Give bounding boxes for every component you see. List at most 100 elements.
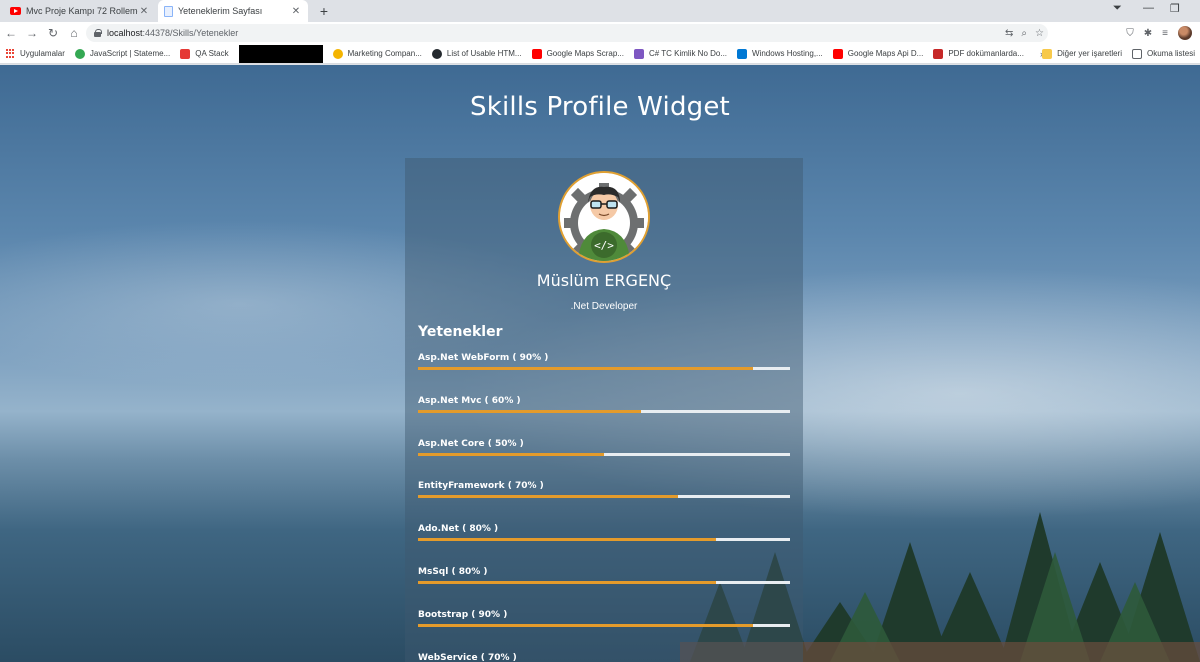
bookmark-google-maps-scrap[interactable]: Google Maps Scrap... (527, 46, 629, 62)
url-path: :44378/Skills/Yetenekler (142, 28, 239, 38)
pdf-icon (933, 48, 944, 59)
reading-list-icon (1131, 48, 1142, 59)
page-icon (164, 5, 173, 17)
skill-progress-track (418, 538, 790, 542)
skill-item: EntityFramework ( 70% ) (418, 480, 790, 499)
skill-progress-fill (418, 367, 753, 370)
skill-item: Bootstrap ( 90% ) (418, 609, 790, 627)
folder-icon (1042, 48, 1053, 59)
bookmark-csharp-tc[interactable]: C# TC Kimlik No Do... (629, 46, 732, 62)
skill-progress-track (418, 409, 790, 413)
skill-label: MsSql ( 80% ) (418, 567, 488, 577)
reload-icon[interactable]: ↻ (43, 23, 63, 43)
skills-heading: Yetenekler (418, 324, 503, 340)
extensions-icon[interactable]: ✱ (1144, 28, 1152, 39)
tab-title: Mvc Proje Kampı 72 Rolleme & Site (26, 6, 138, 16)
home-icon[interactable]: ⌂ (64, 23, 84, 43)
profile-avatar-icon[interactable] (1178, 26, 1192, 40)
skill-item: Asp.Net Mvc ( 60% ) (418, 395, 790, 413)
bookmark-label: List of Usable HTM... (446, 49, 522, 58)
bookmark-star-icon[interactable]: ☆ (1035, 28, 1044, 39)
close-icon[interactable]: ✕ (138, 6, 150, 17)
youtube-icon (531, 48, 542, 59)
bookmark-apps[interactable]: Uygulamalar (0, 46, 70, 62)
bookmark-marketing[interactable]: Marketing Compan... (328, 46, 427, 62)
skill-progress-fill (418, 495, 679, 499)
translate-icon[interactable]: ⇆ (1005, 28, 1013, 39)
zoom-icon[interactable]: ⌕ (1021, 28, 1027, 39)
skill-label: Ado.Net ( 80% ) (418, 524, 499, 535)
skill-item: WebService ( 70% ) (418, 652, 790, 662)
bookmark-label: Uygulamalar (20, 49, 65, 58)
apps-icon (5, 48, 15, 59)
shield-icon[interactable]: ⛉ (1126, 28, 1134, 39)
reading-list-button[interactable]: Okuma listesi (1127, 46, 1200, 62)
bookmark-windows-hosting[interactable]: Windows Hosting,... (732, 46, 828, 62)
minimize-icon[interactable]: — (1143, 2, 1154, 14)
other-bookmarks-folder[interactable]: Diğer yer işaretleri (1037, 46, 1127, 62)
address-bar[interactable]: localhost:44378/Skills/Yetenekler ⇆ ⌕ ☆ (86, 24, 1048, 42)
forward-icon[interactable]: → (22, 23, 42, 43)
qa-icon (180, 48, 191, 59)
skill-progress-track (418, 452, 790, 456)
skill-progress-track (418, 581, 790, 584)
skill-item: Ado.Net ( 80% ) (418, 523, 790, 542)
profile-name: Müslüm ERGENÇ (536, 271, 672, 290)
skill-label: Asp.Net Core ( 50% ) (418, 438, 524, 449)
bookmark-pdf[interactable]: PDF dokümanlarda... (928, 46, 1029, 62)
bookmarks-bar: Uygulamalar JavaScript | Stateme... QA S… (0, 44, 1200, 64)
bookmark-label: Windows Hosting,... (752, 49, 823, 58)
bookmark-label: Okuma listesi (1146, 49, 1195, 58)
tab-search-icon[interactable]: ⏷ (1113, 2, 1122, 15)
developer-avatar-icon: </> (558, 171, 650, 263)
bookmark-label: Marketing Compan... (347, 49, 422, 58)
skill-label: Asp.Net WebForm ( 90% ) (418, 353, 549, 363)
url-host: localhost (107, 28, 143, 38)
redacted-bookmark (238, 44, 323, 63)
bookmark-github-html[interactable]: List of Usable HTM... (427, 46, 527, 62)
svg-text:</>: </> (594, 239, 614, 252)
bookmark-qa-stack[interactable]: QA Stack (175, 46, 233, 62)
skill-item: MsSql ( 80% ) (418, 566, 790, 584)
tab-strip: Mvc Proje Kampı 72 Rolleme & Site ✕ Yete… (0, 0, 1200, 22)
page-title: Skills Profile Widget (470, 92, 730, 122)
marketing-icon (332, 48, 343, 59)
skill-progress-fill (418, 581, 716, 584)
skill-label: WebService ( 70% ) (418, 652, 517, 662)
tab-yeteneklerim[interactable]: Yeteneklerim Sayfası ✕ (158, 0, 308, 22)
lock-icon[interactable] (94, 29, 102, 37)
skill-progress-fill (418, 623, 753, 627)
bookmark-label: Google Maps Scrap... (546, 49, 624, 58)
bookmark-label: Google Maps Api D... (847, 49, 924, 58)
tab-title: Yeteneklerim Sayfası (178, 6, 263, 16)
javascript-icon (74, 48, 85, 59)
bookmark-javascript[interactable]: JavaScript | Stateme... (70, 46, 175, 62)
browser-toolbar: ← → ↻ ⌂ localhost:44378/Skills/Yetenekle… (0, 22, 1200, 44)
page-viewport: Skills Profile Widget </> Müslüm ERGENÇ … (0, 65, 1200, 662)
close-icon[interactable]: ✕ (290, 6, 302, 17)
new-tab-button[interactable]: + (316, 3, 332, 19)
skills-profile-card: </> Müslüm ERGENÇ .Net Developer Yetenek… (405, 158, 803, 662)
skill-progress-fill (418, 409, 642, 413)
bookmark-label: PDF dokümanlarda... (948, 49, 1024, 58)
bookmark-label: Diğer yer işaretleri (1057, 49, 1122, 58)
bookmark-label: C# TC Kimlik No Do... (648, 49, 728, 58)
bookmark-google-maps-api[interactable]: Google Maps Api D... (828, 46, 929, 62)
skill-progress-track (418, 495, 790, 499)
youtube-icon (832, 48, 843, 59)
bookmark-label: QA Stack (195, 49, 229, 58)
windows-icon (737, 48, 748, 59)
skill-label: Asp.Net Mvc ( 60% ) (418, 395, 521, 406)
youtube-icon (10, 7, 21, 15)
skill-progress-track (418, 623, 790, 627)
skill-label: Bootstrap ( 90% ) (418, 609, 508, 620)
skill-item: Asp.Net Core ( 50% ) (418, 438, 790, 456)
skill-progress-fill (418, 452, 604, 456)
toolbar-actions: ⛉ ✱ ≡ (1126, 22, 1200, 44)
tab-youtube-video[interactable]: Mvc Proje Kampı 72 Rolleme & Site ✕ (4, 0, 156, 22)
profile-role: .Net Developer (570, 301, 638, 312)
restore-icon[interactable]: ❐ (1170, 2, 1180, 15)
skill-label: EntityFramework ( 70% ) (418, 481, 544, 492)
media-queue-icon[interactable]: ≡ (1162, 28, 1168, 39)
back-icon[interactable]: ← (1, 23, 21, 43)
